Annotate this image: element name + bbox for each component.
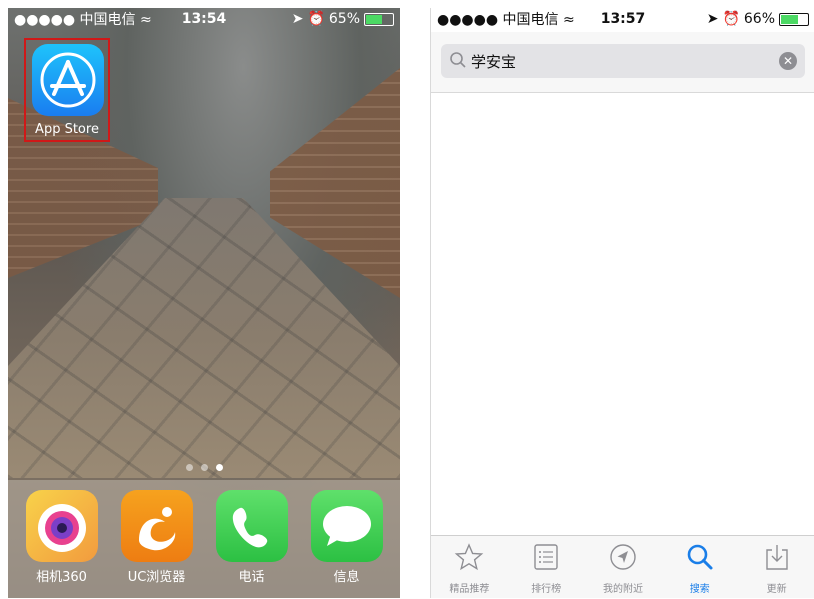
battery-icon [779, 12, 809, 26]
battery-percent: 66% [743, 11, 775, 27]
search-input[interactable] [471, 44, 769, 78]
dock-label-uc-browser: UC浏览器 [127, 570, 186, 585]
list-icon [534, 544, 558, 570]
phone-icon[interactable] [215, 490, 288, 562]
app-store-icon[interactable] [32, 44, 104, 116]
dock-app-uc-browser[interactable]: UC浏览器 [119, 480, 195, 598]
clear-search-icon[interactable]: ✕ [779, 52, 797, 70]
search-glass-icon [449, 51, 467, 73]
dock-label-camera360: 相机360 [36, 570, 87, 585]
app-store-highlight[interactable]: App Store [24, 38, 110, 142]
status-bar: ●●●●● 中国电信 ≈ 13:57 ➤ ⏰ 66% [431, 8, 814, 30]
home-screen: ●●●●● 中国电信 ≈ 13:54 ➤ ⏰ 65% App Store 相机3… [8, 8, 400, 598]
tab-top-charts[interactable]: 排行榜 [514, 536, 578, 598]
tab-label-near-me: 我的附近 [602, 584, 643, 595]
search-icon [687, 544, 713, 570]
status-right: ➤ ⏰ 65% [292, 11, 394, 27]
location-icon: ➤ [706, 11, 719, 27]
tab-label-top-charts: 排行榜 [531, 584, 562, 595]
download-tray-icon [765, 545, 788, 570]
dock: 相机360 UC浏览器 电话 信息 [8, 480, 400, 598]
dock-app-camera360[interactable]: 相机360 [24, 480, 100, 598]
star-icon [455, 543, 484, 571]
tab-near-me[interactable]: 我的附近 [591, 536, 655, 598]
dock-label-phone: 电话 [238, 570, 265, 585]
status-bar: ●●●●● 中国电信 ≈ 13:54 ➤ ⏰ 65% [8, 8, 400, 30]
page-dot [185, 464, 193, 471]
dock-app-messages[interactable]: 信息 [309, 480, 385, 598]
uc-browser-icon[interactable] [120, 490, 193, 562]
tab-updates[interactable]: 更新 [745, 536, 809, 598]
tab-label-updates: 更新 [766, 584, 787, 595]
alarm-icon: ⏰ [307, 11, 325, 27]
tab-bar: 精品推荐 排行榜 我的附近 搜索 更新 [431, 535, 814, 598]
dock-app-phone[interactable]: 电话 [214, 480, 290, 598]
app-store-label: App Store [35, 122, 99, 137]
page-dot-active [215, 464, 223, 471]
battery-icon [364, 12, 394, 26]
location-icon: ➤ [291, 11, 304, 27]
location-arrow-icon [610, 544, 636, 570]
search-field[interactable]: ✕ [441, 44, 805, 78]
dock-label-messages: 信息 [333, 570, 360, 585]
messages-icon[interactable] [310, 490, 383, 562]
tab-search[interactable]: 搜索 [668, 536, 732, 598]
status-right: ➤ ⏰ 66% [707, 11, 809, 27]
page-indicator[interactable] [8, 464, 400, 471]
battery-percent: 65% [328, 11, 360, 27]
app-store-search-screen: ●●●●● 中国电信 ≈ 13:57 ➤ ⏰ 66% ✕ 精品推荐 排行榜 [430, 8, 814, 598]
tab-featured[interactable]: 精品推荐 [437, 536, 501, 598]
tab-label-search: 搜索 [689, 584, 710, 595]
search-bar: ✕ [431, 32, 814, 93]
tab-label-featured: 精品推荐 [449, 584, 490, 595]
alarm-icon: ⏰ [722, 11, 740, 27]
camera360-icon[interactable] [25, 490, 98, 562]
page-dot [200, 464, 208, 471]
